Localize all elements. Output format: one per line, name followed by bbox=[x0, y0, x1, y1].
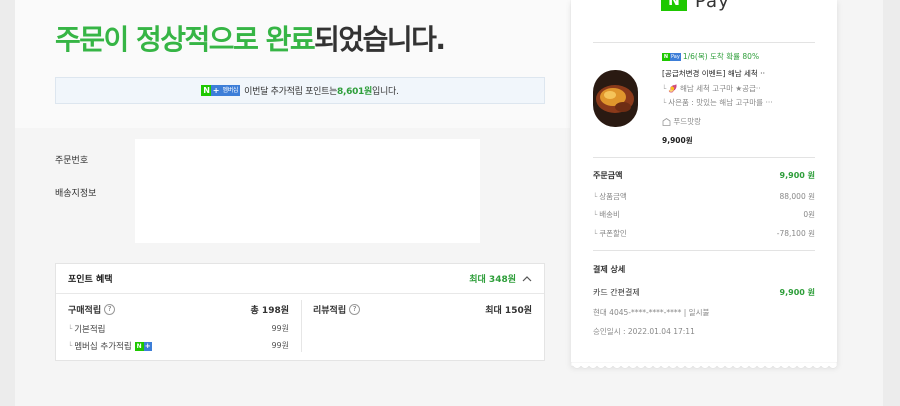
breakdown-label: 쿠폰할인 bbox=[599, 229, 627, 238]
npay-n-icon: N bbox=[661, 0, 687, 11]
card-info: 현대 4045-****-****-**** | 일시불 bbox=[593, 308, 710, 317]
corner-icon: └ bbox=[68, 342, 73, 350]
banner-text-after: 입니다. bbox=[372, 87, 399, 97]
store-name: 푸드맛랑 bbox=[673, 117, 701, 126]
benefit-body: 구매적립 ? 총 198원 └ 기본적립 99원 └ 멤버십 추가적립 N + 9… bbox=[56, 294, 544, 360]
help-icon[interactable]: ? bbox=[104, 304, 116, 315]
product-price: 9,900원 bbox=[662, 136, 693, 145]
plus-icon: + bbox=[211, 85, 221, 96]
benefit-divider bbox=[301, 300, 302, 352]
breakdown-label: 배송비 bbox=[599, 210, 620, 219]
order-receipt: N Pay N Pay 1/6(목) 도착 확률 80% [공급처변경 이벤트] 해… bbox=[571, 0, 837, 366]
membership-point-banner: N + 멤버십 이번달 추가적립 포인트는 8,601원 입니다. bbox=[55, 77, 545, 104]
product-option-1-text: 🍠 해남 세척 고구마 ★공급·· bbox=[668, 84, 761, 93]
sweet-potato-image bbox=[593, 70, 638, 127]
benefit-title: 포인트 혜택 bbox=[68, 275, 113, 285]
order-amount-value: 9,900 원 bbox=[779, 171, 815, 180]
help-icon[interactable]: ? bbox=[349, 304, 361, 315]
page-title-rest: 되었습니다. bbox=[314, 23, 446, 56]
membership-points-row: └ 멤버십 추가적립 N + bbox=[68, 340, 152, 352]
purchase-points-row: 구매적립 ? bbox=[68, 303, 116, 316]
point-benefit-panel: 포인트 혜택 최대 348원 구매적립 ? 총 198원 └ 기본적립 99원 … bbox=[55, 263, 545, 361]
store-link[interactable]: 푸드맛랑 bbox=[662, 116, 701, 127]
basic-points-row: └ 기본적립 bbox=[68, 323, 106, 335]
breakdown-value: 88,000 원 bbox=[779, 192, 815, 201]
npay-membership-mini-badge: N + bbox=[134, 341, 152, 351]
breakdown-value: -78,100 원 bbox=[776, 229, 815, 238]
delivery-info-label: 배송지정보 bbox=[55, 189, 97, 199]
corner-icon: └ bbox=[593, 211, 598, 219]
order-info-box bbox=[135, 139, 480, 243]
npay-n-icon: N bbox=[134, 341, 144, 351]
corner-icon: └ bbox=[662, 85, 667, 93]
banner-amount: 8,601원 bbox=[337, 87, 372, 97]
benefit-header[interactable]: 포인트 혜택 최대 348원 bbox=[56, 264, 544, 294]
breakdown-row: └ 상품금액 bbox=[593, 191, 627, 202]
breakdown-row: └ 쿠폰할인 bbox=[593, 228, 627, 239]
product-title[interactable]: [공급처변경 이벤트] 해남 세척 ·· bbox=[662, 68, 765, 79]
divider bbox=[593, 250, 815, 251]
corner-icon: └ bbox=[593, 230, 598, 238]
payment-detail-title: 결제 상세 bbox=[593, 265, 626, 274]
banner-text-before: 이번달 추가적립 포인트는 bbox=[244, 87, 338, 97]
delivery-estimate: N Pay 1/6(목) 도착 확률 80% bbox=[662, 51, 759, 62]
page-title: 주문이 정상적으로 완료되었습니다. bbox=[55, 18, 446, 58]
review-points-row: 리뷰적립 ? bbox=[313, 303, 361, 316]
corner-icon: └ bbox=[593, 193, 598, 201]
divider bbox=[593, 157, 815, 158]
breakdown-value: 0원 bbox=[803, 210, 815, 219]
membership-points-label: 멤버십 추가적립 bbox=[74, 342, 132, 352]
order-amount-label: 주문금액 bbox=[593, 171, 623, 180]
npay-n-icon: N bbox=[662, 53, 670, 61]
product-option-2: └ 사은품 : 맛있는 해남 고구마를 ··· bbox=[662, 97, 773, 108]
breakdown-row: └ 배송비 bbox=[593, 209, 620, 220]
pay-label: Pay bbox=[670, 53, 681, 61]
chevron-up-icon[interactable] bbox=[522, 274, 532, 284]
npay-logo: N Pay bbox=[661, 0, 730, 11]
corner-icon: └ bbox=[662, 99, 667, 107]
delivery-estimate-text: 1/6(목) 도착 확률 80% bbox=[682, 52, 760, 61]
review-points-total: 최대 150원 bbox=[485, 306, 532, 316]
npay-n-icon: N bbox=[201, 85, 212, 96]
product-option-2-text: 사은품 : 맛있는 해남 고구마를 ··· bbox=[668, 98, 773, 107]
approval-time: 승인일시 : 2022.01.04 17:11 bbox=[593, 327, 695, 336]
review-points-label: 리뷰적립 bbox=[313, 306, 347, 316]
product-thumbnail[interactable] bbox=[593, 70, 638, 127]
membership-points-value: 99원 bbox=[271, 341, 289, 350]
page-title-highlight: 주문이 정상적으로 완료 bbox=[55, 23, 316, 56]
benefit-max[interactable]: 최대 348원 bbox=[469, 272, 532, 285]
plus-icon: + bbox=[143, 341, 152, 351]
npay-pay-text: Pay bbox=[695, 0, 730, 12]
store-icon bbox=[662, 118, 671, 126]
breakdown-label: 상품금액 bbox=[599, 192, 627, 201]
npay-arrival-badge: N Pay bbox=[662, 53, 681, 61]
basic-points-label: 기본적립 bbox=[74, 325, 106, 335]
divider bbox=[593, 42, 815, 43]
basic-points-value: 99원 bbox=[271, 324, 289, 333]
npay-membership-badge: N + 멤버십 bbox=[201, 85, 241, 96]
product-option-1: └ 🍠 해남 세척 고구마 ★공급·· bbox=[662, 83, 761, 94]
corner-icon: └ bbox=[68, 325, 73, 333]
purchase-points-total: 총 198원 bbox=[250, 306, 289, 316]
membership-label: 멤버십 bbox=[220, 85, 241, 96]
payment-amount: 9,900 원 bbox=[779, 288, 815, 297]
purchase-points-label: 구매적립 bbox=[68, 306, 102, 316]
payment-method: 카드 간편결제 bbox=[593, 288, 640, 297]
receipt-torn-edge bbox=[571, 362, 837, 369]
benefit-max-label: 최대 348원 bbox=[469, 275, 516, 285]
order-number-label: 주문번호 bbox=[55, 156, 89, 166]
order-complete-section: 주문이 정상적으로 완료되었습니다. N + 멤버십 이번달 추가적립 포인트는 8… bbox=[15, 0, 570, 128]
